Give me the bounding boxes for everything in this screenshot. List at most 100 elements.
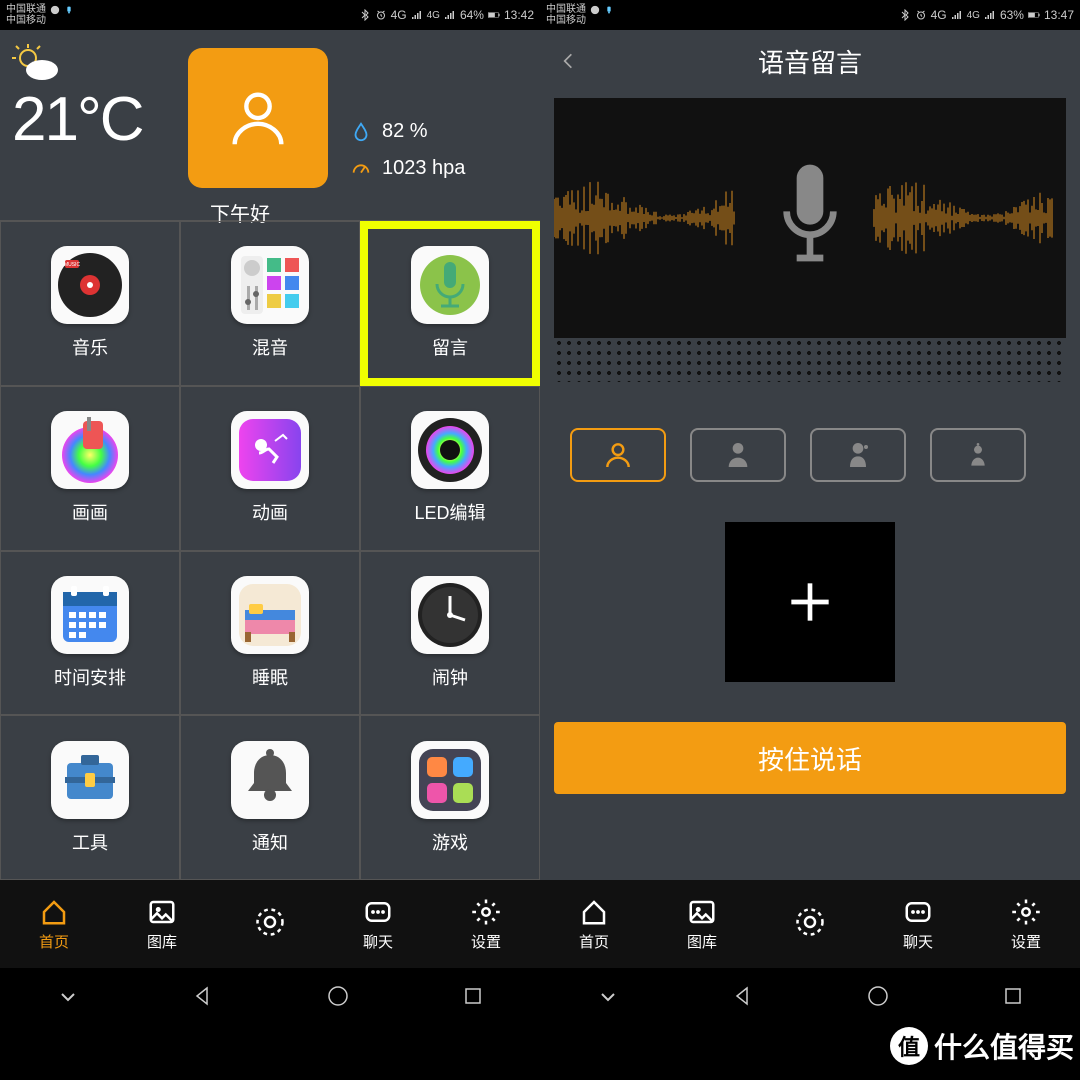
tab-brightness[interactable] xyxy=(756,880,864,968)
carrier2: 中国移动 xyxy=(6,15,74,26)
avatar-button[interactable] xyxy=(188,48,328,188)
weather-icon xyxy=(12,44,62,84)
gallery-icon xyxy=(687,897,717,927)
app-label: LED编辑 xyxy=(414,499,485,525)
home-header: 21°C 下午好 82 % 1023 hpa xyxy=(0,30,540,220)
settings-icon xyxy=(471,897,501,927)
watermark: 值 什么值得买 xyxy=(890,1026,1074,1066)
speaker-grille xyxy=(554,338,1066,382)
app-label: 留言 xyxy=(432,334,468,360)
profile-selector xyxy=(540,382,1080,482)
mic-icon xyxy=(411,246,489,324)
app-anim[interactable]: 动画 xyxy=(180,386,360,551)
nav-back-icon[interactable] xyxy=(191,984,215,1008)
paint-icon xyxy=(51,411,129,489)
tab-gallery[interactable]: 图库 xyxy=(648,880,756,968)
app-paint[interactable]: 画画 xyxy=(0,386,180,551)
tab-chat[interactable]: 聊天 xyxy=(324,880,432,968)
settings-icon xyxy=(1011,897,1041,927)
tab-home[interactable]: 首页 xyxy=(0,880,108,968)
profile-man[interactable] xyxy=(690,428,786,482)
nav-back-icon[interactable] xyxy=(731,984,755,1008)
profile-woman[interactable] xyxy=(810,428,906,482)
nav-down-icon[interactable] xyxy=(56,984,80,1008)
net-indicator: 4G xyxy=(391,8,407,22)
voice-visualizer xyxy=(554,98,1066,338)
tab-bar: 首页图库 聊天设置 xyxy=(0,880,540,968)
android-nav xyxy=(0,968,540,1024)
app-label: 音乐 xyxy=(72,334,108,360)
status-bar: 中国联通 中国移动 4G 4G 63% 13:47 xyxy=(540,0,1080,30)
app-label: 时间安排 xyxy=(54,664,126,690)
signal-icon xyxy=(444,9,456,21)
back-icon[interactable] xyxy=(558,45,578,77)
game-icon xyxy=(411,741,489,819)
bluetooth-icon xyxy=(899,9,911,21)
app-calendar[interactable]: 时间安排 xyxy=(0,551,180,716)
app-label: 游戏 xyxy=(432,829,468,855)
nav-home-icon[interactable] xyxy=(866,984,890,1008)
battery-pct: 64% xyxy=(460,8,484,22)
status-bar: 中国联通 中国移动 4G 4G 64% 13:42 xyxy=(0,0,540,30)
temperature: 21°C xyxy=(12,84,143,155)
anim-icon xyxy=(231,411,309,489)
nav-home-icon[interactable] xyxy=(326,984,350,1008)
hold-to-talk-button[interactable]: 按住说话 xyxy=(554,722,1066,794)
brightness-icon xyxy=(255,907,285,937)
add-recording-button[interactable] xyxy=(725,522,895,682)
app-tools[interactable]: 工具 xyxy=(0,715,180,880)
android-nav xyxy=(540,968,1080,1024)
tab-settings[interactable]: 设置 xyxy=(432,880,540,968)
home-icon xyxy=(579,897,609,927)
woman-icon xyxy=(842,439,874,471)
profile-child[interactable] xyxy=(930,428,1026,482)
app-led[interactable]: LED编辑 xyxy=(360,386,540,551)
nav-down-icon[interactable] xyxy=(596,984,620,1008)
app-label: 睡眠 xyxy=(252,664,288,690)
voice-message-screen: 中国联通 中国移动 4G 4G 63% 13:47 语音留言 xyxy=(540,0,1080,1024)
music-icon: MUSIC xyxy=(51,246,129,324)
man-icon xyxy=(722,439,754,471)
app-bell[interactable]: 通知 xyxy=(180,715,360,880)
app-label: 动画 xyxy=(252,499,288,525)
brightness-icon xyxy=(795,907,825,937)
app-label: 画画 xyxy=(72,499,108,525)
led-icon xyxy=(411,411,489,489)
app-grid: MUSIC 音乐 混音留言画画 动画 LED编辑时间安排 睡眠 闹钟工具 通知 游戏 xyxy=(0,220,540,880)
app-label: 工具 xyxy=(72,829,108,855)
tab-home[interactable]: 首页 xyxy=(540,880,648,968)
bell-icon xyxy=(231,741,309,819)
home-icon xyxy=(39,897,69,927)
alarm-icon xyxy=(915,9,927,21)
tab-settings[interactable]: 设置 xyxy=(972,880,1080,968)
app-mixer[interactable]: 混音 xyxy=(180,221,360,386)
tab-chat[interactable]: 聊天 xyxy=(864,880,972,968)
signal-icon xyxy=(411,9,423,21)
app-sleep[interactable]: 睡眠 xyxy=(180,551,360,716)
app-game[interactable]: 游戏 xyxy=(360,715,540,880)
carrier1: 中国联通 xyxy=(6,4,46,15)
person-icon xyxy=(602,439,634,471)
app-mic[interactable]: 留言 xyxy=(360,221,540,386)
app-label: 通知 xyxy=(252,829,288,855)
mixer-icon xyxy=(231,246,309,324)
plus-icon xyxy=(782,574,838,630)
droplet-icon xyxy=(350,121,372,143)
pressure: 1023 hpa xyxy=(350,157,465,180)
watermark-badge: 值 xyxy=(890,1027,928,1065)
chat-icon xyxy=(363,897,393,927)
chat-icon xyxy=(903,897,933,927)
app-music[interactable]: MUSIC 音乐 xyxy=(0,221,180,386)
alarm-icon xyxy=(375,9,387,21)
battery-icon xyxy=(488,9,500,21)
app-clock[interactable]: 闹钟 xyxy=(360,551,540,716)
calendar-icon xyxy=(51,576,129,654)
nav-recent-icon[interactable] xyxy=(1001,984,1025,1008)
tab-gallery[interactable]: 图库 xyxy=(108,880,216,968)
home-screen: 中国联通 中国移动 4G 4G 64% 13:42 21°C xyxy=(0,0,540,1024)
tab-brightness[interactable] xyxy=(216,880,324,968)
nav-recent-icon[interactable] xyxy=(461,984,485,1008)
clock-icon xyxy=(411,576,489,654)
profile-self[interactable] xyxy=(570,428,666,482)
person-icon xyxy=(223,83,293,153)
